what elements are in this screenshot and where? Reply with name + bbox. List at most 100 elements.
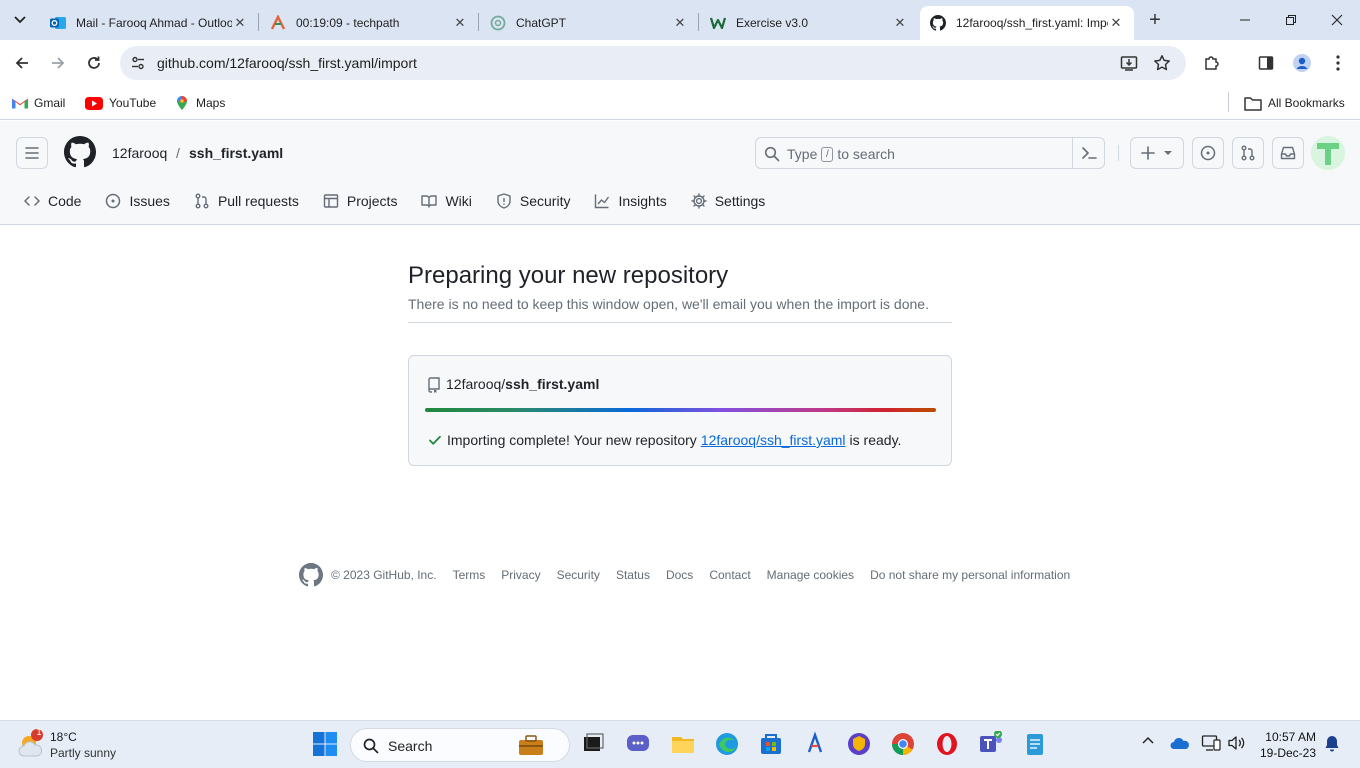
pull-requests-button[interactable] xyxy=(1232,137,1264,169)
repo-icon xyxy=(427,377,441,393)
site-info-icon[interactable] xyxy=(130,55,146,71)
onedrive-icon[interactable] xyxy=(1170,736,1190,750)
microsoft-store-icon[interactable] xyxy=(758,731,784,757)
reload-button[interactable] xyxy=(82,51,106,75)
star-icon[interactable] xyxy=(1153,54,1171,72)
taskbar-search-label: Search xyxy=(388,738,433,754)
notepad-icon[interactable] xyxy=(1022,731,1048,757)
minimize-button[interactable] xyxy=(1232,8,1258,32)
header-divider xyxy=(1118,145,1119,161)
close-icon[interactable]: ✕ xyxy=(672,15,688,31)
avatar[interactable] xyxy=(1311,136,1345,170)
tab-chatgpt[interactable]: ChatGPT ✕ xyxy=(480,6,698,40)
windows-start-icon[interactable] xyxy=(312,731,338,757)
create-new-button[interactable] xyxy=(1130,137,1184,169)
footer-link-contact[interactable]: Contact xyxy=(709,568,750,582)
footer-link-docs[interactable]: Docs xyxy=(666,568,693,582)
taskbar-clock[interactable]: 10:57 AM 19-Dec-23 xyxy=(1258,729,1316,761)
show-hidden-icons-chevron-icon[interactable] xyxy=(1141,735,1155,745)
github-logo-icon[interactable] xyxy=(64,136,96,168)
issue-opened-icon xyxy=(106,193,121,209)
teams-icon[interactable] xyxy=(978,731,1004,757)
outlook-icon xyxy=(50,15,66,31)
reload-icon xyxy=(88,56,100,69)
tab-github-import[interactable]: 12farooq/ssh_first.yaml: Import ✕ xyxy=(920,6,1134,40)
chatgpt-icon xyxy=(490,15,506,31)
tab-pull-requests[interactable]: Pull requests xyxy=(186,185,307,217)
global-nav-button[interactable] xyxy=(16,137,48,169)
github-footer-logo-icon[interactable] xyxy=(299,563,323,587)
footer-link-privacy[interactable]: Privacy xyxy=(501,568,540,582)
tab-search-button[interactable] xyxy=(8,9,32,31)
close-window-button[interactable] xyxy=(1324,8,1350,32)
footer-link-security[interactable]: Security xyxy=(557,568,600,582)
address-bar[interactable]: github.com/12farooq/ssh_first.yaml/impor… xyxy=(120,46,1186,80)
notification-bell-icon[interactable] xyxy=(1324,734,1340,752)
inbox-button[interactable] xyxy=(1272,137,1304,169)
task-view-icon[interactable] xyxy=(580,731,606,757)
tab-issues[interactable]: Issues xyxy=(97,185,177,217)
search-placeholder: Type / to search xyxy=(787,146,895,162)
close-icon[interactable]: ✕ xyxy=(232,15,248,31)
tab-label: Security xyxy=(519,193,571,209)
arrow-left-icon xyxy=(15,57,28,69)
restore-button[interactable] xyxy=(1278,8,1304,32)
maps-icon xyxy=(174,95,190,111)
command-palette-button[interactable] xyxy=(1072,138,1104,168)
tab-security[interactable]: Security xyxy=(488,185,579,217)
translator-app-icon[interactable] xyxy=(802,731,828,757)
tab-techpath[interactable]: 00:19:09 - techpath ✕ xyxy=(260,6,478,40)
footer-link-manage-cookies[interactable]: Manage cookies xyxy=(767,568,854,582)
side-panel-icon xyxy=(1258,56,1274,70)
footer-link-do-not-share[interactable]: Do not share my personal information xyxy=(870,568,1070,582)
tab-exercise[interactable]: Exercise v3.0 ✕ xyxy=(700,6,918,40)
issues-button[interactable] xyxy=(1192,137,1224,169)
close-icon[interactable]: ✕ xyxy=(1108,15,1124,31)
menu-button[interactable] xyxy=(1326,51,1350,75)
breadcrumb-owner[interactable]: 12farooq xyxy=(112,145,167,161)
teams-chat-icon[interactable] xyxy=(625,731,651,757)
profile-button[interactable] xyxy=(1290,51,1314,75)
taskbar-search[interactable]: Search xyxy=(350,728,570,762)
chrome-icon[interactable] xyxy=(890,731,916,757)
footer-link-status[interactable]: Status xyxy=(616,568,650,582)
bookmark-youtube[interactable]: YouTube xyxy=(85,92,156,114)
check-icon xyxy=(429,435,441,445)
all-bookmarks-label: All Bookmarks xyxy=(1268,96,1345,110)
file-explorer-icon[interactable] xyxy=(670,731,696,757)
new-repo-link[interactable]: 12farooq/ssh_first.yaml xyxy=(701,432,846,448)
bookmark-label: Maps xyxy=(196,96,226,110)
tab-projects[interactable]: Projects xyxy=(315,185,406,217)
search-suffix: to search xyxy=(837,146,895,162)
new-tab-button[interactable]: + xyxy=(1145,9,1165,31)
extensions-button[interactable] xyxy=(1200,51,1224,75)
side-panel-button[interactable] xyxy=(1254,51,1278,75)
tab-settings[interactable]: Settings xyxy=(683,185,774,217)
install-app-icon[interactable] xyxy=(1120,54,1138,72)
w-logo-icon xyxy=(710,15,726,31)
tab-label: Code xyxy=(48,193,82,209)
breadcrumb-repo[interactable]: ssh_first.yaml xyxy=(189,145,283,161)
volume-icon[interactable] xyxy=(1227,734,1247,752)
bookmark-gmail[interactable]: Gmail xyxy=(12,92,65,114)
network-icon[interactable] xyxy=(1201,734,1221,752)
tab-wiki[interactable]: Wiki xyxy=(413,185,479,217)
import-progress-bar xyxy=(425,408,936,412)
vpn-app-icon[interactable] xyxy=(846,731,872,757)
search-input[interactable]: Type / to search xyxy=(755,137,1105,169)
back-button[interactable] xyxy=(10,51,34,75)
close-icon[interactable]: ✕ xyxy=(892,15,908,31)
tab-outlook[interactable]: Mail - Farooq Ahmad - Outlook ✕ xyxy=(40,6,258,40)
youtube-icon xyxy=(85,96,103,110)
tab-insights[interactable]: Insights xyxy=(586,185,674,217)
github-icon xyxy=(930,15,946,31)
bookmark-maps[interactable]: Maps xyxy=(174,92,225,114)
close-icon[interactable]: ✕ xyxy=(452,15,468,31)
edge-icon[interactable] xyxy=(714,731,740,757)
forward-button[interactable] xyxy=(46,51,70,75)
all-bookmarks-button[interactable]: All Bookmarks xyxy=(1244,92,1345,114)
book-icon xyxy=(421,195,438,208)
tab-code[interactable]: Code xyxy=(16,185,89,217)
opera-icon[interactable] xyxy=(934,731,960,757)
footer-link-terms[interactable]: Terms xyxy=(453,568,486,582)
